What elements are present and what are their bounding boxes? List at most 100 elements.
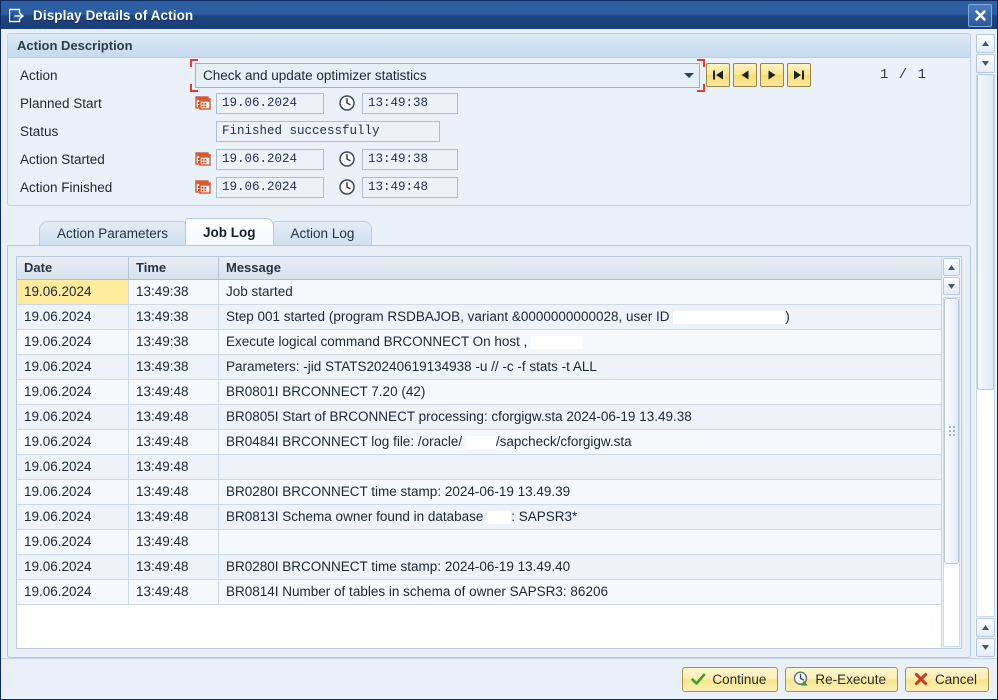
column-header-date[interactable]: Date <box>17 257 129 279</box>
cell-message[interactable]: Parameters: -jid STATS20240619134938 -u … <box>219 355 941 379</box>
action-finished-date[interactable]: 19.06.2024 <box>216 176 324 198</box>
tab-bar: Action Parameters Job Log Action Log <box>7 218 971 245</box>
re-execute-button[interactable]: Re-Execute <box>785 666 898 692</box>
clock-refresh-icon <box>793 671 809 687</box>
cell-date[interactable]: 19.06.2024 <box>17 530 129 554</box>
cell-time[interactable]: 13:49:48 <box>129 555 219 579</box>
planned-start-date[interactable]: 19.06.2024 <box>216 92 324 114</box>
cell-message[interactable]: BR0280I BRCONNECT time stamp: 2024-06-19… <box>219 555 941 579</box>
cell-time[interactable]: 13:49:38 <box>129 280 219 304</box>
close-icon[interactable] <box>968 4 992 27</box>
cell-time[interactable]: 13:49:48 <box>129 530 219 554</box>
cell-date[interactable]: 19.06.2024 <box>17 455 129 479</box>
cell-message[interactable]: BR0805I Start of BRCONNECT processing: c… <box>219 405 941 429</box>
calendar-icon[interactable] <box>195 151 211 167</box>
cancel-button[interactable]: Cancel <box>904 666 989 692</box>
cell-date[interactable]: 19.06.2024 <box>17 555 129 579</box>
table-row[interactable]: 19.06.2024 13:49:48 BR0813I Schema owner f… <box>17 505 941 530</box>
continue-button[interactable]: Continue <box>682 666 779 692</box>
clock-icon <box>338 178 356 196</box>
cell-time[interactable]: 13:49:38 <box>129 330 219 354</box>
footer-bar: Continue Re-Execute Cancel <box>1 658 997 699</box>
cell-message[interactable]: BR0280I BRCONNECT time stamp: 2024-06-19… <box>219 480 941 504</box>
dialog-vertical-scrollbar[interactable] <box>976 34 995 658</box>
table-row[interactable]: 19.06.2024 13:49:38 Parameters: -jid STATS… <box>17 355 941 380</box>
table-row[interactable]: 19.06.2024 13:49:38 Job started <box>17 280 941 305</box>
cell-message[interactable]: BR0801I BRCONNECT 7.20 (42) <box>219 380 941 404</box>
dialog-scroll-down-icon[interactable] <box>976 54 995 73</box>
cell-time[interactable]: 13:49:48 <box>129 455 219 479</box>
table-row[interactable]: 19.06.2024 13:49:48 BR0280I BRCONNECT time… <box>17 555 941 580</box>
cell-time[interactable]: 13:49:48 <box>129 430 219 454</box>
grid-scroll-thumb[interactable] <box>944 298 959 565</box>
dialog-scroll-up-icon[interactable] <box>976 34 995 53</box>
grid-scroll-up-icon[interactable] <box>943 258 960 276</box>
last-page-icon[interactable] <box>787 63 811 87</box>
cell-date[interactable]: 19.06.2024 <box>17 380 129 404</box>
cell-date[interactable]: 19.06.2024 <box>17 305 129 329</box>
x-icon <box>913 672 929 686</box>
cell-message[interactable]: BR0813I Schema owner found in database :… <box>219 505 941 529</box>
previous-page-icon[interactable] <box>733 63 757 87</box>
dialog-scroll-thumb[interactable] <box>977 74 994 391</box>
action-select[interactable]: Check and update optimizer statistics <box>195 62 700 88</box>
cell-message[interactable]: BR0814I Number of tables in schema of ow… <box>219 580 941 604</box>
tab-action-log[interactable]: Action Log <box>272 221 373 245</box>
cell-time[interactable]: 13:49:38 <box>129 355 219 379</box>
cell-time[interactable]: 13:49:48 <box>129 580 219 604</box>
cell-date[interactable]: 19.06.2024 <box>17 405 129 429</box>
cell-message[interactable] <box>219 455 941 479</box>
cell-time[interactable]: 13:49:38 <box>129 305 219 329</box>
grid-scroll-track[interactable] <box>943 297 960 647</box>
table-row[interactable]: 19.06.2024 13:49:38 Execute logical comman… <box>17 330 941 355</box>
cell-time[interactable]: 13:49:48 <box>129 480 219 504</box>
grid-vertical-scrollbar[interactable] <box>941 257 961 648</box>
cell-date[interactable]: 19.06.2024 <box>17 505 129 529</box>
table-row[interactable]: 19.06.2024 13:49:48 <box>17 455 941 480</box>
cell-time[interactable]: 13:49:48 <box>129 505 219 529</box>
cell-date[interactable]: 19.06.2024 <box>17 430 129 454</box>
table-row[interactable]: 19.06.2024 13:49:48 BR0484I BRCONNECT log … <box>17 430 941 455</box>
tab-action-parameters[interactable]: Action Parameters <box>39 221 187 245</box>
cell-message[interactable]: Job started <box>219 280 941 304</box>
table-row[interactable]: 19.06.2024 13:49:48 BR0801I BRCONNECT 7.20… <box>17 380 941 405</box>
first-page-icon[interactable] <box>706 63 730 87</box>
tab-job-log[interactable]: Job Log <box>185 218 274 245</box>
cell-date[interactable]: 19.06.2024 <box>17 330 129 354</box>
action-finished-time[interactable]: 13:49:48 <box>362 176 458 198</box>
table-row[interactable]: 19.06.2024 13:49:38 Step 001 started (prog… <box>17 305 941 330</box>
cell-date[interactable]: 19.06.2024 <box>17 480 129 504</box>
action-row: Action Check and update optimizer statis… <box>8 58 970 92</box>
cell-time[interactable]: 13:49:48 <box>129 380 219 404</box>
cell-time[interactable]: 13:49:48 <box>129 405 219 429</box>
cell-message[interactable]: BR0484I BRCONNECT log file: /oracle/ /sa… <box>219 430 941 454</box>
cell-date[interactable]: 19.06.2024 <box>17 355 129 379</box>
cell-message[interactable]: Step 001 started (program RSDBAJOB, vari… <box>219 305 941 329</box>
action-started-time[interactable]: 13:49:38 <box>362 148 458 170</box>
cell-date[interactable]: 19.06.2024 <box>17 580 129 604</box>
calendar-icon[interactable] <box>195 179 211 195</box>
grip-icon <box>948 425 956 437</box>
table-row[interactable]: 19.06.2024 13:49:48 BR0280I BRCONNECT time… <box>17 480 941 505</box>
chevron-down-icon[interactable] <box>683 68 695 83</box>
grid-scroll-down-icon[interactable] <box>943 277 960 295</box>
dialog-scroll-up-icon-bottom[interactable] <box>976 618 995 637</box>
cell-date[interactable]: 19.06.2024 <box>17 280 129 304</box>
planned-start-time[interactable]: 13:49:38 <box>362 92 458 114</box>
dialog-body: Action Description Action Check and upda… <box>1 29 997 658</box>
table-row[interactable]: 19.06.2024 13:49:48 BR0805I Start of BRCON… <box>17 405 941 430</box>
re-execute-button-label: Re-Execute <box>815 671 886 687</box>
action-started-date[interactable]: 19.06.2024 <box>216 148 324 170</box>
column-header-message[interactable]: Message <box>219 257 941 279</box>
cell-message[interactable]: Execute logical command BRCONNECT On hos… <box>219 330 941 354</box>
page-counter: 1 / 1 <box>880 67 928 83</box>
table-row[interactable]: 19.06.2024 13:49:48 <box>17 530 941 555</box>
cell-message[interactable] <box>219 530 941 554</box>
table-row[interactable]: 19.06.2024 13:49:48 BR0814I Number of tabl… <box>17 580 941 605</box>
dialog-scroll-down-icon-bottom[interactable] <box>976 638 995 657</box>
column-header-time[interactable]: Time <box>129 257 219 279</box>
grid-rows: 19.06.2024 13:49:38 Job started 19.06.2024 1… <box>17 280 941 605</box>
dialog-scroll-track[interactable] <box>976 74 995 617</box>
calendar-icon[interactable] <box>195 95 211 111</box>
next-page-icon[interactable] <box>760 63 784 87</box>
